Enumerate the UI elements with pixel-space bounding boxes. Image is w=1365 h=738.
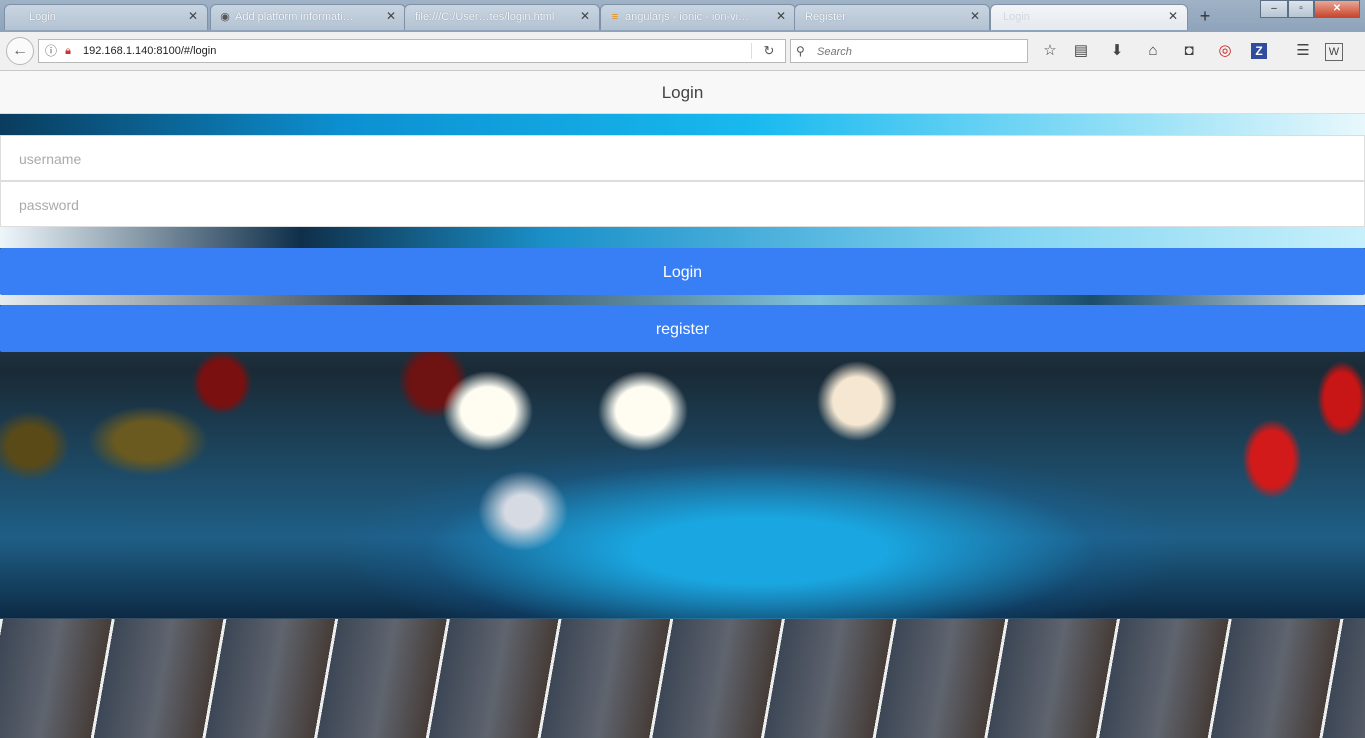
menu-icon[interactable]: ☰: [1293, 41, 1313, 61]
browser-titlebar: Login ✕ ◉ Add platform informati… ✕ file…: [0, 0, 1365, 32]
insecure-lock-icon[interactable]: 🔒︎: [61, 44, 75, 58]
close-icon[interactable]: ✕: [775, 10, 787, 22]
app-page: Login Login register: [0, 71, 1365, 738]
tab-label: Add platform informati…: [235, 11, 354, 23]
tab-github[interactable]: ◉ Add platform informati… ✕: [210, 4, 406, 30]
pocket-icon[interactable]: ◘: [1179, 41, 1199, 61]
tab-label: file:///C:/User…tes/login.html: [415, 11, 555, 23]
tab-label: Register: [805, 11, 846, 23]
tab-register[interactable]: Register ✕: [794, 4, 990, 30]
register-button[interactable]: register: [0, 305, 1365, 352]
wooden-floor-background: [0, 619, 1365, 738]
url-text[interactable]: 192.168.1.140:8100/#/login: [83, 45, 216, 57]
browser-navbar: ← ⓘ 🔒︎ 192.168.1.140:8100/#/login ↻ ⚲ ☆ …: [0, 32, 1365, 71]
password-input[interactable]: [17, 194, 1321, 216]
login-button[interactable]: Login: [0, 248, 1365, 295]
tab-label: angularjs - ionic - ion-vi…: [625, 11, 750, 23]
search-icon: ⚲: [796, 44, 805, 58]
zotero-icon[interactable]: Z: [1251, 43, 1267, 59]
opera-extension-icon[interactable]: ◎: [1215, 41, 1235, 61]
new-tab-button[interactable]: +: [1195, 6, 1215, 26]
close-icon[interactable]: ✕: [969, 10, 981, 22]
username-input[interactable]: [17, 148, 1321, 170]
bookmarks-list-icon[interactable]: ▤: [1071, 41, 1091, 61]
page-title: Login: [661, 83, 704, 102]
password-field[interactable]: [0, 181, 1365, 227]
bookmark-star-icon[interactable]: ☆: [1040, 41, 1060, 61]
search-bar[interactable]: ⚲: [790, 39, 1028, 63]
back-button[interactable]: ←: [6, 37, 34, 65]
search-input[interactable]: [815, 42, 1019, 62]
close-icon[interactable]: ✕: [187, 10, 199, 22]
url-divider: [751, 43, 752, 59]
extension-w-icon[interactable]: W: [1325, 43, 1343, 61]
background-strip: [0, 114, 1365, 135]
close-window-button[interactable]: ✕: [1314, 0, 1360, 18]
tab-stackoverflow[interactable]: ≡ angularjs - ionic - ion-vi… ✕: [600, 4, 796, 30]
tab-local-file[interactable]: file:///C:/User…tes/login.html ✕: [404, 4, 600, 30]
minimize-button[interactable]: ‒: [1260, 0, 1288, 18]
home-icon[interactable]: ⌂: [1143, 41, 1163, 61]
close-icon[interactable]: ✕: [1167, 10, 1179, 22]
reload-icon[interactable]: ↻: [761, 43, 777, 59]
close-icon[interactable]: ✕: [579, 10, 591, 22]
app-header: Login: [0, 71, 1365, 114]
github-icon: ◉: [220, 11, 230, 23]
tab-login-1[interactable]: Login ✕: [4, 4, 208, 30]
download-icon[interactable]: ⬇: [1107, 41, 1127, 61]
info-icon[interactable]: ⓘ: [44, 44, 58, 58]
url-bar[interactable]: ⓘ 🔒︎ 192.168.1.140:8100/#/login ↻: [38, 39, 786, 63]
tab-label: Login: [1003, 11, 1030, 23]
ionic-icon: [13, 11, 25, 23]
username-field[interactable]: [0, 135, 1365, 181]
tab-login-active[interactable]: Login ✕: [990, 4, 1188, 30]
tab-label: Login: [29, 11, 56, 23]
background-strip: [0, 227, 1365, 248]
close-icon[interactable]: ✕: [385, 10, 397, 22]
maximize-button[interactable]: ▫: [1288, 0, 1314, 18]
stackoverflow-icon: ≡: [611, 11, 619, 23]
